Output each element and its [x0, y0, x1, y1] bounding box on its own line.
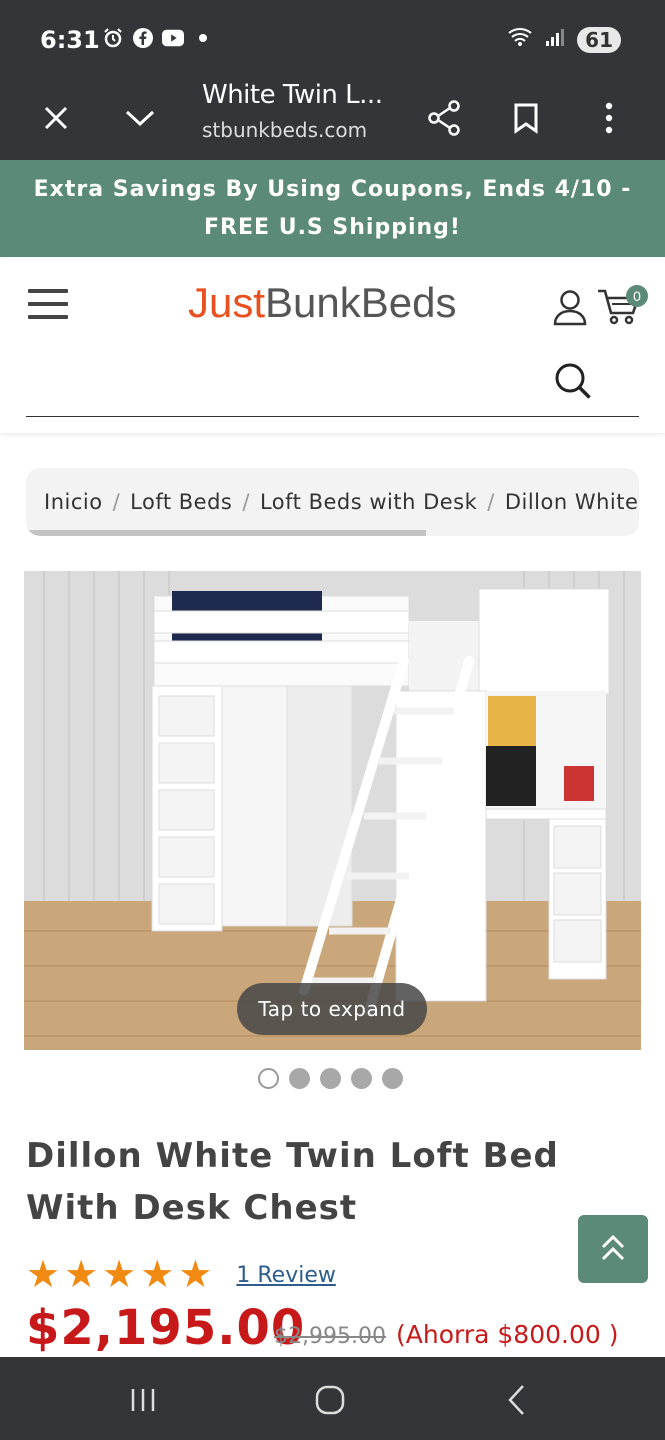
- search-icon[interactable]: [553, 361, 593, 406]
- more-vertical-icon: [605, 102, 613, 134]
- star-icon: ★: [178, 1254, 213, 1296]
- cart-button[interactable]: 0: [596, 285, 648, 327]
- collapse-button[interactable]: [112, 90, 168, 146]
- signal-icon: [545, 27, 567, 52]
- home-button[interactable]: [305, 1375, 355, 1425]
- recent-apps-button[interactable]: [118, 1375, 168, 1425]
- search-input[interactable]: [26, 353, 546, 409]
- original-price: $2,995.00: [274, 1324, 386, 1349]
- wifi-icon: [507, 26, 535, 53]
- notification-icons: [102, 27, 214, 49]
- star-icon: ★: [102, 1254, 137, 1296]
- share-button[interactable]: [416, 90, 472, 146]
- chevron-down-icon: [125, 110, 155, 127]
- gallery-pagination: [258, 1068, 403, 1089]
- menu-bar: [28, 302, 68, 306]
- double-chevron-up-icon: [601, 1234, 625, 1261]
- share-icon: [428, 100, 460, 136]
- logo-rest: BunkBeds: [265, 279, 457, 326]
- savings-amount: (Ahorra $800.00 ): [396, 1320, 619, 1349]
- breadcrumb-current: Dillon White Twin Loft Bed With Desk Che…: [504, 490, 639, 514]
- search-bar: [26, 353, 639, 417]
- bookmark-icon: [514, 103, 538, 134]
- breadcrumb-loft-beds[interactable]: Loft Beds: [130, 490, 232, 514]
- close-tab-button[interactable]: [28, 90, 84, 146]
- page-title: White Twin L...: [202, 80, 383, 110]
- product-title: Dillon White Twin Loft Bed With Desk Che…: [26, 1136, 559, 1228]
- status-bar: 6:31 61: [0, 0, 665, 76]
- star-icon: ★: [140, 1254, 175, 1296]
- scroll-to-top-button[interactable]: [578, 1215, 648, 1283]
- promo-line-2: FREE U.S Shipping!: [204, 215, 461, 240]
- breadcrumb-scrollbar[interactable]: [26, 530, 426, 536]
- home-icon: [315, 1385, 345, 1415]
- product-price: $2,195.00: [26, 1300, 306, 1356]
- logo-just: Just: [188, 279, 266, 326]
- user-icon: [553, 290, 587, 326]
- site-header: JustBunkBeds 0: [0, 257, 665, 433]
- breadcrumb-separator: /: [487, 490, 495, 514]
- menu-bar: [28, 315, 68, 319]
- system-navigation-bar: [0, 1357, 665, 1440]
- alarm-icon: [102, 27, 124, 49]
- breadcrumb: Inicio / Loft Beds / Loft Beds with Desk / Dil…: [26, 468, 639, 536]
- more-options-button[interactable]: [581, 90, 637, 146]
- cart-count-badge: 0: [626, 285, 648, 307]
- breadcrumb-home[interactable]: Inicio: [44, 490, 103, 514]
- tap-to-expand-label[interactable]: Tap to expand: [237, 983, 427, 1035]
- system-icons: 61: [507, 26, 621, 53]
- gallery-dot[interactable]: [289, 1068, 310, 1089]
- product-rating: ★ ★ ★ ★ ★ 1 Review: [26, 1256, 336, 1294]
- star-icon: ★: [26, 1254, 61, 1296]
- battery-indicator: 61: [577, 26, 621, 53]
- gallery-dot[interactable]: [320, 1068, 341, 1089]
- product-photo: [24, 571, 641, 1050]
- hamburger-menu-button[interactable]: [28, 289, 68, 323]
- account-button[interactable]: [552, 287, 588, 327]
- gallery-dot[interactable]: [382, 1068, 403, 1089]
- back-button[interactable]: [492, 1375, 542, 1425]
- dot-icon: [192, 27, 214, 49]
- youtube-icon: [162, 27, 184, 49]
- breadcrumb-loft-beds-desk[interactable]: Loft Beds with Desk: [260, 490, 477, 514]
- back-icon: [508, 1385, 524, 1415]
- promo-banner[interactable]: Extra Savings By Using Coupons, Ends 4/1…: [0, 160, 665, 257]
- promo-line-1: Extra Savings By Using Coupons, Ends 4/1…: [33, 177, 632, 202]
- breadcrumb-separator: /: [242, 490, 250, 514]
- page-url: stbunkbeds.com: [202, 118, 368, 142]
- breadcrumb-separator: /: [112, 490, 121, 514]
- status-time: 6:31: [40, 26, 100, 54]
- facebook-icon: [132, 27, 154, 49]
- menu-bar: [28, 289, 68, 293]
- gallery-dot[interactable]: [351, 1068, 372, 1089]
- close-icon: [44, 106, 68, 130]
- bookmark-button[interactable]: [498, 90, 554, 146]
- star-icon: ★: [64, 1254, 99, 1296]
- site-logo[interactable]: JustBunkBeds: [188, 279, 457, 327]
- product-image[interactable]: Tap to expand: [24, 571, 641, 1050]
- recent-apps-icon: [131, 1389, 155, 1411]
- browser-toolbar: White Twin L... stbunkbeds.com: [0, 76, 665, 160]
- gallery-dot[interactable]: [258, 1068, 279, 1089]
- reviews-link[interactable]: 1 Review: [236, 1263, 335, 1288]
